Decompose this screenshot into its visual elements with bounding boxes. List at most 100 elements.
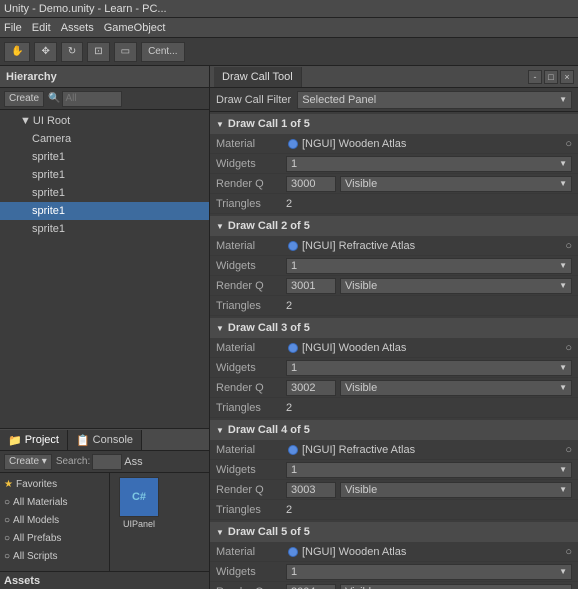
toolbar-hand[interactable]: ✋ bbox=[4, 42, 30, 62]
hierarchy-item-label: UI Root bbox=[33, 115, 70, 127]
project-search-input[interactable] bbox=[92, 454, 122, 470]
hierarchy-item-camera[interactable]: Camera bbox=[0, 130, 209, 148]
sidebar-all-scripts[interactable]: ○ All Scripts bbox=[0, 547, 109, 565]
hierarchy-item-sprite1-1[interactable]: sprite1 bbox=[0, 148, 209, 166]
renderq-mode-text: Visible bbox=[345, 382, 377, 394]
toolbar-rotate[interactable]: ↻ bbox=[61, 42, 83, 62]
triangles-value-4: 2 bbox=[286, 504, 572, 516]
renderq-number-5[interactable]: 3004 bbox=[286, 584, 336, 589]
hierarchy-search-input[interactable] bbox=[62, 91, 122, 107]
renderq-dropdown-3[interactable]: Visible ▼ bbox=[340, 380, 572, 396]
expand-triangle-icon: ▼ bbox=[216, 528, 224, 537]
material-settings-icon[interactable]: ○ bbox=[565, 240, 572, 252]
draw-call-header-3[interactable]: ▼Draw Call 3 of 5 bbox=[210, 318, 578, 338]
renderq-number-text: 3003 bbox=[291, 484, 315, 496]
triangles-text: 2 bbox=[286, 504, 292, 516]
menu-edit[interactable]: Edit bbox=[32, 22, 51, 34]
minimize-button[interactable]: - bbox=[528, 70, 542, 84]
widgets-dropdown-2[interactable]: 1 ▼ bbox=[286, 258, 572, 274]
renderq-field-4: 3003 Visible ▼ bbox=[286, 482, 572, 498]
hierarchy-item-label: sprite1 bbox=[32, 223, 65, 235]
material-field-2[interactable]: [NGUI] Refractive Atlas bbox=[286, 240, 561, 252]
material-field-3[interactable]: [NGUI] Wooden Atlas bbox=[286, 342, 561, 354]
widgets-row-4: Widgets 1 ▼ bbox=[210, 460, 578, 480]
triangles-row-1: Triangles 2 bbox=[210, 194, 578, 214]
triangles-label: Triangles bbox=[216, 300, 286, 312]
renderq-dropdown-2[interactable]: Visible ▼ bbox=[340, 278, 572, 294]
menu-file[interactable]: File bbox=[4, 22, 22, 34]
widgets-dropdown-5[interactable]: 1 ▼ bbox=[286, 564, 572, 580]
renderq-label: Render Q bbox=[216, 382, 286, 394]
filter-dropdown[interactable]: Selected Panel ▼ bbox=[297, 91, 572, 109]
draw-call-header-5[interactable]: ▼Draw Call 5 of 5 bbox=[210, 522, 578, 542]
toolbar-move[interactable]: ✥ bbox=[34, 42, 56, 62]
renderq-number-2[interactable]: 3001 bbox=[286, 278, 336, 294]
sidebar-all-models[interactable]: ○ All Models bbox=[0, 511, 109, 529]
widgets-value-4: 1 ▼ bbox=[286, 462, 572, 478]
widgets-dropdown-4[interactable]: 1 ▼ bbox=[286, 462, 572, 478]
close-button[interactable]: × bbox=[560, 70, 574, 84]
tab-console[interactable]: 📋 Console bbox=[68, 430, 142, 450]
material-circle-icon bbox=[288, 343, 298, 353]
material-settings-icon[interactable]: ○ bbox=[565, 138, 572, 150]
draw-call-tab[interactable]: Draw Call Tool bbox=[214, 67, 302, 87]
draw-call-scroll[interactable]: ▼Draw Call 1 of 5 Material [NGUI] Wooden… bbox=[210, 112, 578, 589]
material-field-5[interactable]: [NGUI] Wooden Atlas bbox=[286, 546, 561, 558]
draw-call-header-4[interactable]: ▼Draw Call 4 of 5 bbox=[210, 420, 578, 440]
widgets-dropdown-3[interactable]: 1 ▼ bbox=[286, 360, 572, 376]
filter-value: Selected Panel bbox=[302, 94, 376, 106]
renderq-dropdown-5[interactable]: Visible ▼ bbox=[340, 584, 572, 589]
renderq-number-text: 3002 bbox=[291, 382, 315, 394]
sidebar-all-materials[interactable]: ○ All Materials bbox=[0, 493, 109, 511]
project-content: ★ Favorites ○ All Materials ○ All Models… bbox=[0, 473, 209, 571]
renderq-number-1[interactable]: 3000 bbox=[286, 176, 336, 192]
widgets-label: Widgets bbox=[216, 260, 286, 272]
draw-call-header-2[interactable]: ▼Draw Call 2 of 5 bbox=[210, 216, 578, 236]
widgets-arrow-icon: ▼ bbox=[559, 465, 567, 474]
assets-bottom-label: Assets bbox=[0, 571, 209, 589]
draw-call-header-1[interactable]: ▼Draw Call 1 of 5 bbox=[210, 114, 578, 134]
sidebar-all-prefabs[interactable]: ○ All Prefabs bbox=[0, 529, 109, 547]
renderq-number-text: 3004 bbox=[291, 586, 315, 589]
hierarchy-create-btn[interactable]: Create bbox=[4, 91, 44, 107]
dropdown-arrow-icon: ▼ bbox=[559, 95, 567, 104]
unity-titlebar: Unity - Demo.unity - Learn - PC... bbox=[0, 0, 578, 18]
renderq-number-3[interactable]: 3002 bbox=[286, 380, 336, 396]
hierarchy-item-sprite1-5[interactable]: sprite1 bbox=[0, 220, 209, 238]
hierarchy-item-sprite1-3[interactable]: sprite1 bbox=[0, 184, 209, 202]
material-value-2: [NGUI] Refractive Atlas ○ bbox=[286, 240, 572, 252]
search-icon-small: ○ bbox=[4, 551, 10, 562]
renderq-dropdown-4[interactable]: Visible ▼ bbox=[340, 482, 572, 498]
renderq-number-4[interactable]: 3003 bbox=[286, 482, 336, 498]
menu-assets[interactable]: Assets bbox=[61, 22, 94, 34]
toolbar-center[interactable]: Cent... bbox=[141, 42, 184, 62]
renderq-arrow-icon: ▼ bbox=[559, 281, 567, 290]
draw-call-panel: Draw Call Tool - □ × Draw Call Filter Se… bbox=[210, 66, 578, 589]
widgets-value-5: 1 ▼ bbox=[286, 564, 572, 580]
material-field-4[interactable]: [NGUI] Refractive Atlas bbox=[286, 444, 561, 456]
hierarchy-item-uiroot[interactable]: ▼ UI Root bbox=[0, 112, 209, 130]
triangles-text: 2 bbox=[286, 402, 292, 414]
asset-item-uipanel[interactable]: C# UIPanel bbox=[114, 477, 164, 567]
material-settings-icon[interactable]: ○ bbox=[565, 342, 572, 354]
material-row-3: Material [NGUI] Wooden Atlas ○ bbox=[210, 338, 578, 358]
maximize-button[interactable]: □ bbox=[544, 70, 558, 84]
material-settings-icon[interactable]: ○ bbox=[565, 546, 572, 558]
toolbar-scale[interactable]: ⊡ bbox=[87, 42, 109, 62]
widgets-dropdown-1[interactable]: 1 ▼ bbox=[286, 156, 572, 172]
draw-call-title: Draw Call Tool bbox=[222, 71, 293, 83]
hierarchy-item-sprite1-2[interactable]: sprite1 bbox=[0, 166, 209, 184]
draw-call-section-5: ▼Draw Call 5 of 5 Material [NGUI] Wooden… bbox=[210, 522, 578, 589]
menu-gameobject[interactable]: GameObject bbox=[104, 22, 166, 34]
material-settings-icon[interactable]: ○ bbox=[565, 444, 572, 456]
sidebar-favorites[interactable]: ★ Favorites bbox=[0, 475, 109, 493]
widgets-label: Widgets bbox=[216, 566, 286, 578]
toolbar-rect[interactable]: ▭ bbox=[114, 42, 137, 62]
project-create-btn[interactable]: Create ▾ bbox=[4, 454, 52, 470]
hierarchy-item-sprite1-selected[interactable]: sprite1 bbox=[0, 202, 209, 220]
hierarchy-items: ▼ UI Root Camera sprite1 sprite1 sprite1… bbox=[0, 110, 209, 428]
tab-project[interactable]: 📁 Project bbox=[0, 430, 68, 450]
project-sidebar: ★ Favorites ○ All Materials ○ All Models… bbox=[0, 473, 110, 571]
material-field-1[interactable]: [NGUI] Wooden Atlas bbox=[286, 138, 561, 150]
renderq-dropdown-1[interactable]: Visible ▼ bbox=[340, 176, 572, 192]
